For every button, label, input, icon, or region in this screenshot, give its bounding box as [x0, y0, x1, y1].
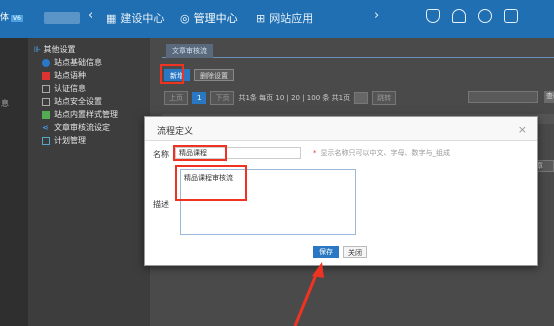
tab-article-review-flow[interactable]: 文章审核流	[166, 44, 213, 58]
tree-item-label: 站点基础信息	[54, 58, 102, 67]
sidebar-item-info[interactable]: 息	[1, 98, 9, 109]
shirt-icon[interactable]	[504, 9, 518, 23]
save-button[interactable]: 保存	[313, 246, 339, 258]
tree-item-security-settings[interactable]: 站点安全设置	[42, 96, 102, 107]
chevron-right-icon[interactable]: ›	[374, 8, 379, 23]
top-nav-bar: 体 V6 ‹ ▦ 建设中心 ◎ 管理中心 ⊞ 网站应用 ›	[0, 0, 554, 38]
shield-icon[interactable]	[426, 9, 440, 23]
building-icon: ▦	[106, 11, 117, 25]
flag-icon	[42, 71, 50, 80]
settings-tree: ⊪ 其他设置 站点基础信息 站点语种 认证信息 站点安全设置 站点内置样式管理 …	[28, 38, 150, 326]
search-button[interactable]: 查i	[544, 91, 554, 103]
name-hint-text: 显示名称只可以中文、字母、数字与_组成	[320, 149, 451, 157]
nav-build-label: 建设中心	[120, 12, 165, 25]
tree-item-certification[interactable]: 认证信息	[42, 83, 86, 94]
info-icon	[42, 58, 50, 67]
close-icon[interactable]: ×	[518, 123, 527, 136]
brand-text: 体	[0, 13, 10, 23]
pager-summary: 共1条 每页 10 | 20 | 100 条 共1页	[238, 94, 351, 102]
description-label: 描述	[153, 200, 169, 209]
delete-settings-button[interactable]: 删除设置	[194, 69, 234, 81]
tree-item-label: 文章审核流设定	[54, 123, 110, 132]
tree-item-label: 计划管理	[54, 136, 86, 145]
tree-item-label: 站点安全设置	[54, 97, 102, 106]
cloud-icon[interactable]	[478, 9, 492, 23]
nav-management-label: 管理中心	[193, 12, 238, 25]
name-hint: * 显示名称只可以中文、字母、数字与_组成	[313, 148, 450, 158]
name-label: 名称	[153, 150, 169, 159]
folder-icon: ⊪	[34, 45, 41, 54]
dialog-header: 流程定义 ×	[145, 117, 537, 141]
bell-icon[interactable]	[452, 9, 466, 23]
name-input-highlight	[173, 145, 227, 161]
version-tag: V6	[11, 15, 23, 22]
nav-management-center[interactable]: ◎ 管理中心	[180, 10, 238, 26]
page-jump-input[interactable]	[354, 92, 369, 104]
required-star: *	[313, 149, 317, 157]
tree-item-label: 站点语种	[54, 71, 86, 80]
tree-item-site-basic-info[interactable]: 站点基础信息	[42, 57, 102, 68]
tree-item-label: 站点内置样式管理	[54, 110, 118, 119]
tree-root[interactable]: ⊪ 其他设置	[34, 44, 76, 55]
brand: 体 V6	[0, 10, 23, 23]
share-icon: ⋖	[42, 122, 49, 132]
pagination: 上页 1 下页 共1条 每页 10 | 20 | 100 条 共1页 跳转	[164, 91, 397, 105]
search-input[interactable]	[468, 91, 538, 103]
nav-website-apps[interactable]: ⊞ 网站应用	[256, 10, 313, 26]
plan-icon	[42, 136, 50, 145]
page-1-button[interactable]: 1	[192, 92, 207, 104]
security-icon	[42, 97, 50, 106]
prev-page-button[interactable]: 上页	[164, 91, 188, 105]
nav-build-center[interactable]: ▦ 建设中心	[106, 10, 164, 26]
tree-root-label: 其他设置	[43, 45, 76, 54]
style-icon	[42, 110, 50, 119]
close-button[interactable]: 关闭	[343, 246, 367, 258]
add-button-highlight	[160, 64, 184, 84]
tree-item-article-review-flow[interactable]: ⋖ 文章审核流设定	[42, 122, 110, 133]
tree-item-site-language[interactable]: 站点语种	[42, 70, 86, 81]
chevron-left-icon[interactable]: ‹	[88, 8, 93, 23]
dialog-title: 流程定义	[157, 127, 194, 137]
flow-definition-dialog: 流程定义 × 名称 *显示名称只可以中文、字母、数字与_组成 描述 精品课程审核…	[144, 116, 538, 266]
tree-item-style-management[interactable]: 站点内置样式管理	[42, 109, 118, 120]
site-selector[interactable]	[44, 12, 80, 24]
tree-item-plan-management[interactable]: 计划管理	[42, 135, 86, 146]
left-sidebar: 息	[0, 38, 28, 326]
jump-button[interactable]: 跳转	[372, 91, 397, 105]
description-highlight	[175, 165, 247, 201]
next-page-button[interactable]: 下页	[210, 91, 235, 105]
grid-icon: ⊞	[256, 11, 266, 25]
tree-item-label: 认证信息	[54, 84, 86, 93]
nav-apps-label: 网站应用	[269, 12, 314, 25]
settings-icon: ◎	[180, 11, 190, 25]
cert-icon	[42, 84, 50, 93]
tab-bar: 文章审核流	[162, 44, 554, 58]
